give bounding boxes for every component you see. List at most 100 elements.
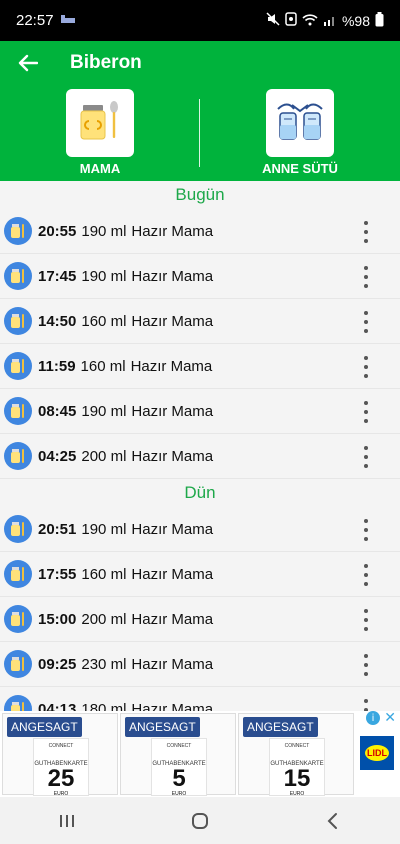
breast-milk-tile (266, 89, 334, 157)
feeding-kind: Hazır Mama (130, 357, 213, 375)
feeding-kind: Hazır Mama (131, 267, 214, 285)
feeding-time: 17:55 (38, 565, 77, 583)
feeding-kind: Hazır Mama (131, 402, 214, 420)
status-time: 22:57 (16, 12, 54, 29)
feeding-kind: Hazır Mama (131, 565, 214, 583)
nfc-icon (285, 12, 297, 29)
feeding-amount: 200 ml (81, 610, 127, 628)
system-nav-bar (0, 797, 400, 844)
status-bar: 22:57 %98 (0, 0, 400, 41)
more-options-icon[interactable] (358, 519, 374, 541)
wifi-icon (302, 13, 318, 29)
home-icon[interactable] (170, 801, 230, 841)
feeding-kind: Hazır Mama (131, 700, 214, 712)
list-item[interactable]: 04:25 200 ml Hazır Mama (0, 434, 400, 479)
list-item[interactable]: 11:59 160 ml Hazır Mama (0, 344, 400, 389)
feeding-time: 08:45 (38, 402, 77, 420)
gift-card-value: 25 (47, 765, 75, 792)
feeding-kind: Hazır Mama (131, 312, 214, 330)
list-item[interactable]: 08:45 190 ml Hazır Mama (0, 389, 400, 434)
bottle-icon (4, 397, 32, 425)
recent-apps-icon[interactable] (37, 801, 97, 841)
ad-card[interactable]: ANGESAGT CONNECT GUTHABENKARTE 5 EURO (120, 713, 236, 797)
gift-card: CONNECT GUTHABENKARTE 5 EURO (151, 738, 207, 797)
ad-info-icon[interactable]: i (366, 711, 380, 725)
list-item[interactable]: 20:51 190 ml Hazır Mama (0, 507, 400, 552)
feeding-kind: Hazır Mama (131, 655, 214, 673)
breast-milk-label: ANNE SÜTÜ (262, 161, 338, 176)
formula-jar-icon (74, 95, 126, 152)
bottle-icon (4, 695, 32, 711)
feeding-amount: 190 ml (81, 402, 127, 420)
list-item[interactable]: 17:45 190 ml Hazır Mama (0, 254, 400, 299)
back-arrow-icon[interactable] (16, 51, 40, 75)
page-title: Biberon (70, 52, 142, 73)
mute-icon (266, 12, 280, 29)
today-rows: 20:55 190 ml Hazır Mama 17:45 190 ml Haz… (0, 209, 400, 479)
feeding-time: 15:00 (38, 610, 77, 628)
feeding-list[interactable]: Bugün 20:55 190 ml Hazır Mama 17:45 190 … (0, 181, 400, 711)
battery-icon (375, 11, 384, 30)
gift-card-brand: CONNECT (166, 743, 192, 749)
list-item[interactable]: 15:00 200 ml Hazır Mama (0, 597, 400, 642)
ad-tag: ANGESAGT (243, 717, 318, 737)
back-nav-icon[interactable] (303, 801, 363, 841)
feeding-amount: 160 ml (80, 357, 126, 375)
more-options-icon[interactable] (358, 699, 374, 711)
more-options-icon[interactable] (358, 446, 374, 468)
more-options-icon[interactable] (358, 401, 374, 423)
list-item[interactable]: 20:55 190 ml Hazır Mama (0, 209, 400, 254)
feeding-time: 11:59 (38, 357, 76, 375)
bottle-icon (4, 352, 32, 380)
lidl-logo: LIDL (360, 736, 394, 770)
feeding-time: 04:13 (38, 700, 77, 712)
feeding-amount: 160 ml (81, 312, 127, 330)
section-title-yesterday: Dün (184, 483, 216, 502)
bottle-icon (4, 515, 32, 543)
bottle-icon (4, 442, 32, 470)
list-item[interactable]: 14:50 160 ml Hazır Mama (0, 299, 400, 344)
gift-card-brand: CONNECT (284, 743, 310, 749)
ad-close-icon[interactable]: ✕ (384, 710, 396, 726)
more-options-icon[interactable] (358, 356, 374, 378)
more-options-icon[interactable] (358, 609, 374, 631)
section-title-today: Bugün (175, 185, 225, 204)
list-item[interactable]: 09:25 230 ml Hazır Mama (0, 642, 400, 687)
feeding-amount: 200 ml (81, 447, 127, 465)
feeding-amount: 190 ml (81, 267, 127, 285)
ad-card[interactable]: ANGESAGT CONNECT GUTHABENKARTE 15 EURO (238, 713, 354, 797)
toolbar: Biberon (0, 41, 400, 85)
battery-percent: %98 (341, 12, 370, 29)
more-options-icon[interactable] (358, 564, 374, 586)
feeding-amount: 160 ml (81, 565, 127, 583)
gift-card-brand: CONNECT (48, 743, 74, 749)
mama-type-button[interactable]: MAMA (50, 89, 150, 176)
feeding-amount: 230 ml (81, 655, 127, 673)
more-options-icon[interactable] (358, 654, 374, 676)
feeding-time: 20:51 (38, 520, 77, 538)
feeding-time: 14:50 (38, 312, 77, 330)
gift-card: CONNECT GUTHABENKARTE 15 EURO (269, 738, 325, 797)
feeding-time: 20:55 (38, 222, 77, 240)
more-options-icon[interactable] (358, 266, 374, 288)
bottle-icon (4, 217, 32, 245)
feeding-kind: Hazır Mama (131, 447, 214, 465)
app-screen: 22:57 %98 Biberon MAMA ANNE SÜTÜ Bugün 2… (0, 0, 400, 844)
more-options-icon[interactable] (358, 221, 374, 243)
gift-card-value: 15 (283, 765, 311, 792)
list-item[interactable]: 04:13 180 ml Hazır Mama (0, 687, 400, 711)
ad-banner[interactable]: ANGESAGT CONNECT GUTHABENKARTE 25 EURO A… (0, 710, 400, 797)
breast-milk-type-button[interactable]: ANNE SÜTÜ (250, 89, 350, 176)
gift-card: CONNECT GUTHABENKARTE 25 EURO (33, 738, 89, 797)
more-options-icon[interactable] (358, 311, 374, 333)
feeding-kind: Hazır Mama (131, 222, 214, 240)
bottle-icon (4, 650, 32, 678)
feeding-amount: 190 ml (81, 222, 127, 240)
feeding-kind: Hazır Mama (131, 520, 214, 538)
list-item[interactable]: 17:55 160 ml Hazır Mama (0, 552, 400, 597)
ad-card[interactable]: ANGESAGT CONNECT GUTHABENKARTE 25 EURO (2, 713, 118, 797)
ad-tag: ANGESAGT (7, 717, 82, 737)
app-header: Biberon MAMA ANNE SÜTÜ (0, 41, 400, 181)
gift-card-value: 5 (172, 765, 186, 792)
sleep-mode-icon (60, 13, 76, 28)
